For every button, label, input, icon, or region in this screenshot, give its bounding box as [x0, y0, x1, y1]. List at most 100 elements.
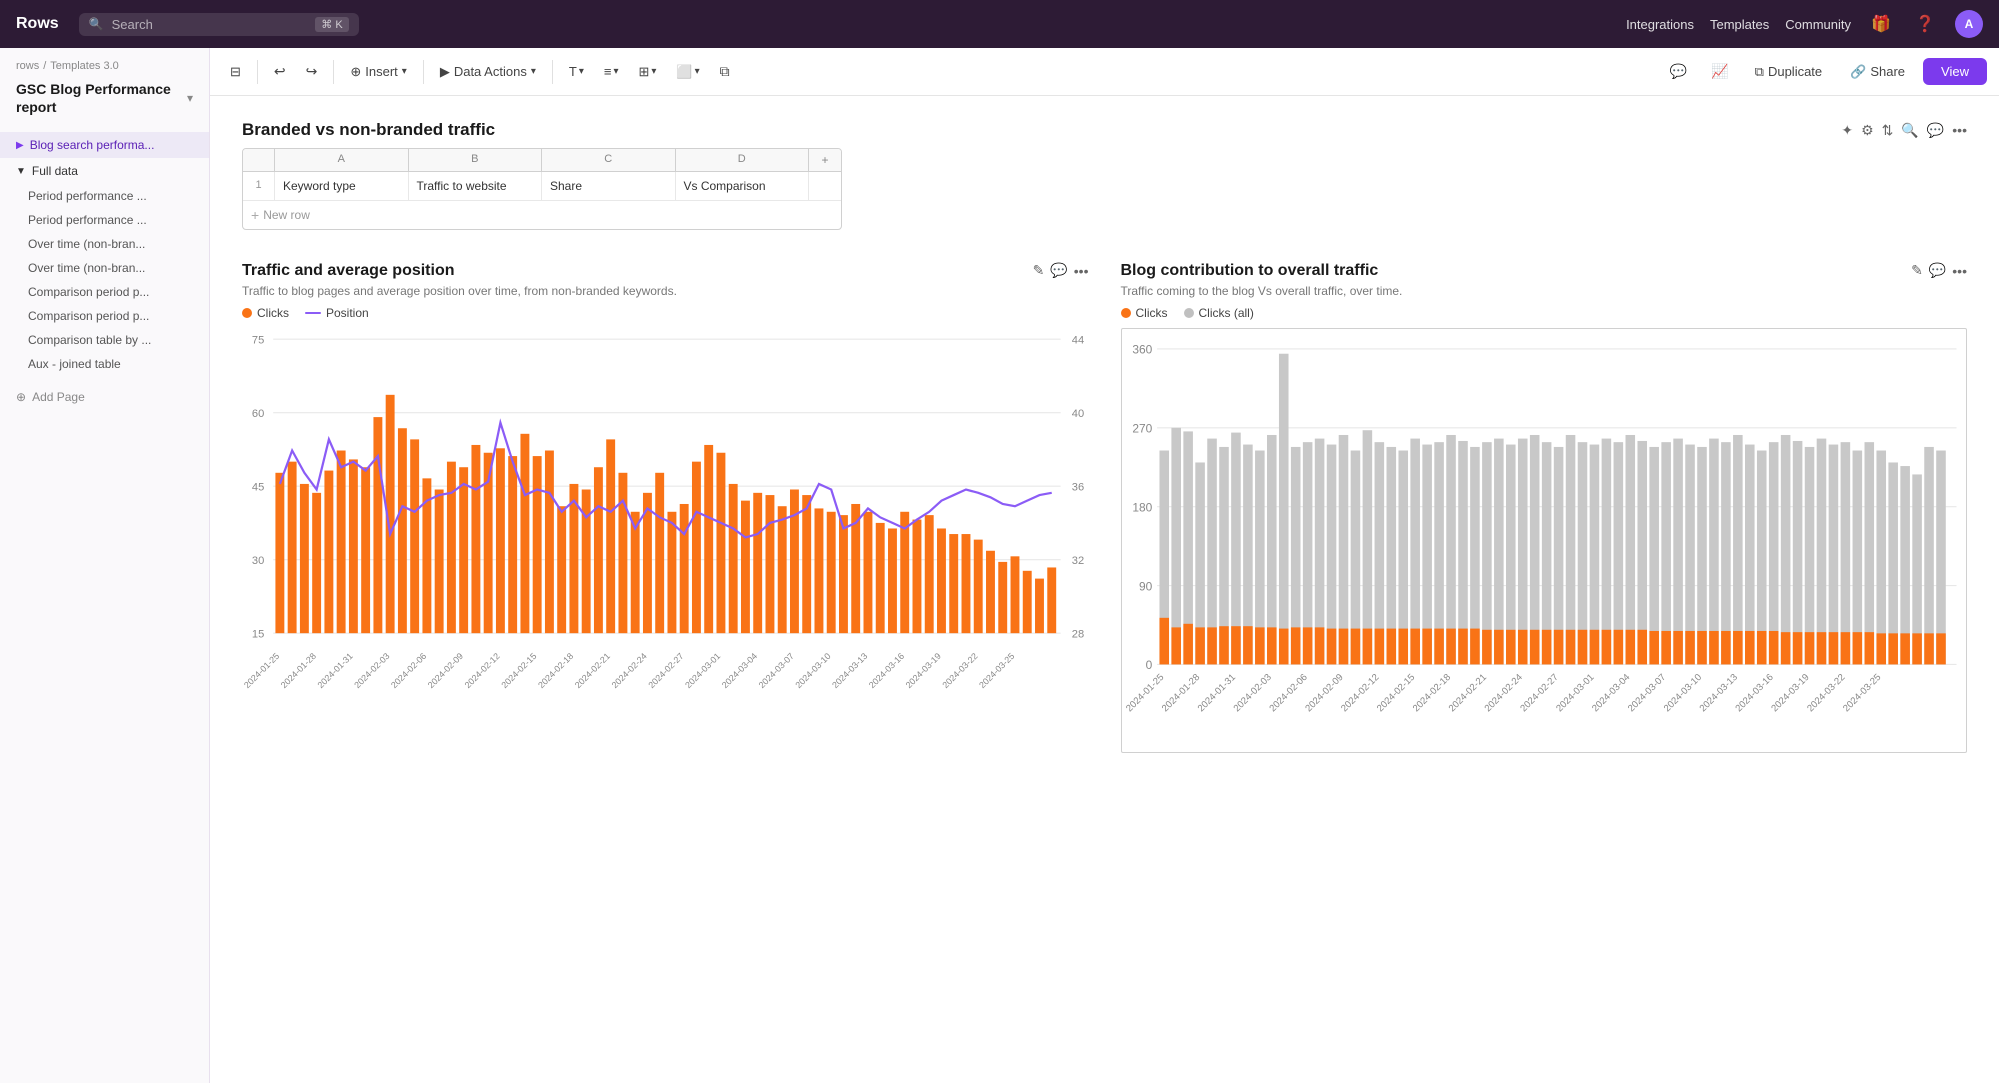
text-format-button[interactable]: T ▾ [561, 60, 592, 83]
duplicate-button[interactable]: ⧉ Duplicate [1745, 60, 1833, 84]
search-icon: 🔍 [89, 17, 104, 31]
right-chart-comment-icon[interactable]: 💬 [1929, 262, 1946, 279]
insert-icon: ⊕ [350, 64, 361, 80]
col-d-header[interactable]: D [676, 149, 810, 171]
nav-templates[interactable]: Templates [1710, 17, 1769, 32]
left-chart-header: Traffic and average position Traffic to … [242, 262, 1089, 298]
new-row-plus-icon: + [251, 207, 259, 223]
sidebar-item-period-perf-1[interactable]: Period performance ... [0, 184, 209, 208]
svg-text:2024-02-27: 2024-02-27 [646, 651, 685, 690]
chart-view-button[interactable]: 📈 [1703, 59, 1736, 84]
search-kbd: ⌘ K [315, 17, 348, 32]
keyword-type-cell[interactable]: Keyword type [275, 172, 409, 200]
col-b-header[interactable]: B [409, 149, 543, 171]
nav-community[interactable]: Community [1785, 17, 1851, 32]
sidebar-title: GSC Blog Performance report [16, 80, 183, 116]
undo-button[interactable]: ↩ [266, 59, 294, 84]
table-sparkle-icon[interactable]: ✦ [1841, 122, 1853, 139]
sidebar-item-period-perf-2[interactable]: Period performance ... [0, 208, 209, 232]
right-chart-svg: 360 270 180 90 0 [1126, 337, 1963, 743]
sidebar-item-over-time-1[interactable]: Over time (non-bran... [0, 232, 209, 256]
svg-text:2024-02-21: 2024-02-21 [573, 651, 612, 690]
svg-text:2024-03-07: 2024-03-07 [757, 651, 796, 690]
add-page-label: Add Page [32, 390, 85, 404]
svg-text:75: 75 [252, 335, 264, 347]
table-filter-icon[interactable]: ⚙ [1861, 122, 1874, 139]
insert-button[interactable]: ⊕ Insert ▾ [342, 60, 414, 84]
search-bar[interactable]: 🔍 Search ⌘ K [79, 13, 359, 36]
share-button[interactable]: 🔗 Share [1840, 60, 1915, 84]
clicks-legend-label: Clicks [257, 306, 289, 320]
svg-text:2024-03-01: 2024-03-01 [683, 651, 722, 690]
table-more-icon[interactable]: ••• [1952, 122, 1967, 138]
data-actions-button[interactable]: ▶ Data Actions ▾ [432, 60, 544, 84]
left-chart-comment-icon[interactable]: 💬 [1050, 262, 1067, 279]
table-search-icon[interactable]: 🔍 [1901, 122, 1918, 139]
svg-text:2024-03-10: 2024-03-10 [793, 651, 832, 690]
right-chart-subtitle: Traffic coming to the blog Vs overall tr… [1121, 284, 1403, 298]
breadcrumb-parent[interactable]: rows [16, 60, 39, 72]
col-add-header[interactable]: + [809, 149, 841, 171]
svg-text:2024-02-03: 2024-02-03 [352, 651, 391, 690]
sidebar-item-aux-table[interactable]: Aux - joined table [0, 352, 209, 376]
sidebar-item-comparison-table[interactable]: Comparison table by ... [0, 328, 209, 352]
legend-position: Position [305, 306, 369, 320]
left-chart-more-icon[interactable]: ••• [1074, 263, 1089, 279]
sidebar-toggle-button[interactable]: ⊟ [222, 60, 249, 84]
nav-gift-icon[interactable]: 🎁 [1867, 10, 1895, 38]
left-chart-title-area: Traffic and average position Traffic to … [242, 262, 677, 298]
left-chart-title: Traffic and average position [242, 262, 677, 280]
svg-text:2024-02-06: 2024-02-06 [389, 651, 428, 690]
left-chart-actions: ✎ 💬 ••• [1033, 262, 1089, 279]
sidebar-item-blog-search[interactable]: ▶ Blog search performa... [0, 132, 209, 158]
nav-avatar[interactable]: A [1955, 10, 1983, 38]
app-logo[interactable]: Rows [16, 15, 59, 33]
clicks-legend-dot [242, 308, 252, 318]
svg-text:60: 60 [252, 408, 264, 420]
table-comment-icon[interactable]: 💬 [1927, 122, 1944, 139]
col-c-header[interactable]: C [542, 149, 676, 171]
sidebar-item-comparison-1[interactable]: Comparison period p... [0, 280, 209, 304]
table-sort-icon[interactable]: ⇅ [1882, 122, 1894, 139]
sidebar-add-page[interactable]: ⊕ Add Page [0, 384, 209, 410]
sidebar-title-chevron-icon[interactable]: ▾ [187, 91, 193, 105]
right-chart-header: Blog contribution to overall traffic Tra… [1121, 262, 1968, 298]
svg-text:2024-01-31: 2024-01-31 [316, 651, 355, 690]
comment-button[interactable]: 💬 [1662, 59, 1695, 84]
table-row: 1 Keyword type Traffic to website Share … [243, 172, 841, 201]
right-chart-container: Blog contribution to overall traffic Tra… [1121, 262, 1968, 753]
breadcrumb-current[interactable]: Templates 3.0 [50, 60, 118, 72]
new-row-label: New row [263, 208, 310, 222]
vs-comparison-cell[interactable]: Vs Comparison [676, 172, 810, 200]
right-chart-more-icon[interactable]: ••• [1952, 263, 1967, 279]
view-button[interactable]: View [1923, 58, 1987, 85]
svg-text:30: 30 [252, 555, 264, 567]
nav-help-icon[interactable]: ❓ [1911, 10, 1939, 38]
row-num-cell: 1 [243, 172, 275, 200]
clicks-right-legend-dot [1121, 308, 1131, 318]
sidebar-section-header-full-data[interactable]: ▼ Full data [0, 158, 209, 184]
sidebar-item-comparison-2[interactable]: Comparison period p... [0, 304, 209, 328]
table-section-title: Branded vs non-branded traffic [242, 120, 1841, 140]
align-button[interactable]: ≡ ▾ [596, 60, 627, 83]
left-chart-edit-icon[interactable]: ✎ [1033, 262, 1045, 279]
data-actions-icon: ▶ [440, 64, 450, 80]
sidebar-section-arrow-icon: ▼ [16, 166, 26, 177]
filter-button[interactable]: ⧉ [712, 59, 738, 84]
svg-text:28: 28 [1072, 629, 1084, 641]
share-cell[interactable]: Share [542, 172, 676, 200]
duplicate-icon: ⧉ [1755, 64, 1764, 80]
nav-integrations[interactable]: Integrations [1626, 17, 1694, 32]
duplicate-label: Duplicate [1768, 64, 1822, 79]
svg-text:32: 32 [1072, 555, 1084, 567]
data-actions-label: Data Actions [454, 64, 527, 79]
new-row-footer[interactable]: + New row [243, 201, 841, 229]
redo-button[interactable]: ↪ [298, 59, 326, 84]
table-format-button[interactable]: ⊞ ▾ [630, 60, 664, 84]
chart-format-button[interactable]: ⬜ ▾ [668, 60, 707, 84]
right-chart-edit-icon[interactable]: ✎ [1911, 262, 1923, 279]
sidebar-item-over-time-2[interactable]: Over time (non-bran... [0, 256, 209, 280]
traffic-cell[interactable]: Traffic to website [409, 172, 543, 200]
col-a-header[interactable]: A [275, 149, 409, 171]
add-page-icon: ⊕ [16, 390, 26, 404]
